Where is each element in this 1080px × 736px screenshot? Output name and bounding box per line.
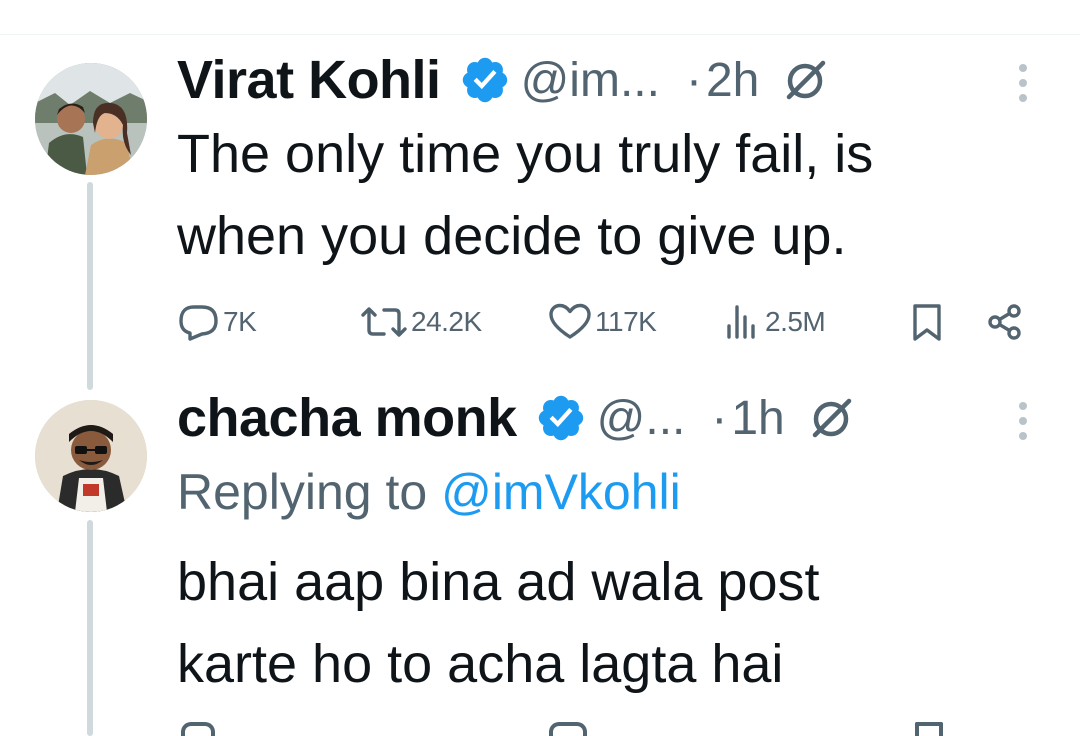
timestamp[interactable]: 1h — [731, 391, 784, 446]
views-button[interactable]: 2.5M — [723, 302, 826, 342]
share-icon — [988, 304, 1021, 340]
tweet-actions-partial — [177, 722, 1037, 736]
tweet-text: bhai aap bina ad wala post karte ho to a… — [177, 541, 820, 705]
top-divider — [0, 34, 1080, 35]
like-count: 117K — [595, 306, 657, 337]
display-name[interactable]: Virat Kohli — [177, 49, 441, 111]
share-button[interactable] — [985, 302, 1025, 342]
repost-button[interactable]: 24.2K — [359, 302, 482, 342]
heart-icon — [549, 303, 591, 339]
separator: · — [711, 391, 728, 445]
tweet-header: chacha monk @... · 1h — [177, 388, 857, 448]
timestamp[interactable]: 2h — [706, 53, 759, 108]
bookmark-icon — [913, 304, 941, 341]
view-count: 2.5M — [765, 306, 826, 337]
tweet-text-line: karte ho to acha lagta hai — [177, 634, 784, 694]
tweet-text-line: bhai aap bina ad wala post — [177, 552, 820, 612]
more-vertical-icon[interactable] — [1017, 402, 1029, 442]
reply-icon — [179, 305, 218, 341]
verified-badge-icon[interactable] — [535, 392, 587, 444]
tweet-actions: 7K 24.2K 117K 2.5M — [177, 302, 1037, 342]
replying-prefix: Replying to — [177, 464, 428, 520]
reply-icon[interactable] — [181, 722, 215, 736]
views-chart-icon — [727, 305, 755, 339]
avatar[interactable] — [35, 400, 147, 512]
reply-count: 7K — [223, 306, 257, 337]
thread-line — [87, 182, 93, 390]
avatar[interactable] — [35, 63, 147, 175]
like-button[interactable]: 117K — [547, 302, 657, 342]
replying-to: Replying to @imVkohli — [177, 460, 681, 524]
display-name[interactable]: chacha monk — [177, 387, 517, 449]
grok-icon[interactable] — [781, 55, 831, 105]
thread-line — [87, 520, 93, 736]
tweet-text-line: The only time you truly fail, is — [177, 124, 874, 184]
reply-button[interactable]: 7K — [177, 302, 257, 342]
tweet-text: The only time you truly fail, is when yo… — [177, 113, 873, 277]
mention-link[interactable]: @imVkohli — [441, 464, 681, 520]
heart-icon[interactable] — [549, 722, 587, 736]
bookmark-icon[interactable] — [915, 722, 943, 736]
more-vertical-icon[interactable] — [1017, 64, 1029, 104]
tweet-header: Virat Kohli @im... · 2h — [177, 50, 831, 110]
handle[interactable]: @... — [597, 391, 686, 446]
handle[interactable]: @im... — [521, 53, 660, 108]
separator: · — [685, 53, 702, 107]
tweet-text-line: when you decide to give up. — [177, 206, 847, 266]
repost-icon — [361, 307, 407, 337]
verified-badge-icon[interactable] — [459, 54, 511, 106]
grok-icon[interactable] — [807, 393, 857, 443]
repost-count: 24.2K — [411, 306, 482, 337]
bookmark-button[interactable] — [910, 302, 944, 342]
